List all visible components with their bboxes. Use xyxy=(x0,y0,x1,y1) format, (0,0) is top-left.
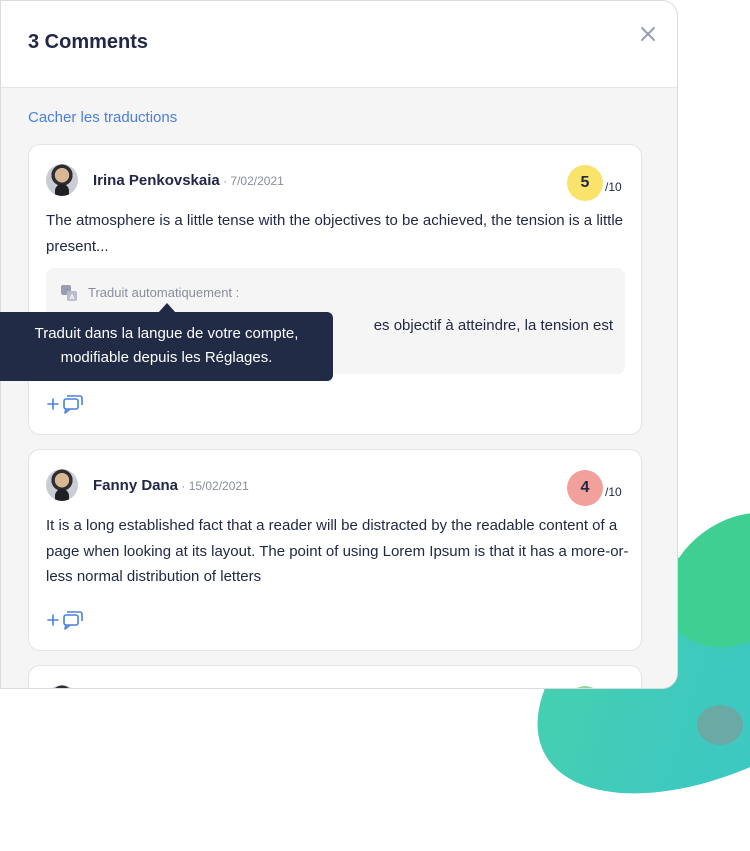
modal-header: 3 Comments xyxy=(1,1,677,88)
tooltip-line-2: modifiable depuis les Réglages. xyxy=(60,349,273,366)
comment-author: Irina Penkovskaia xyxy=(93,172,220,189)
translated-text-visible: es objectif à atteindre, la tension est xyxy=(373,317,613,334)
comment-date: · 15/02/2021 xyxy=(178,479,249,493)
tooltip-line-1: Traduit dans la langue de votre compte, xyxy=(34,325,299,342)
comment-author-line: Irina Penkovskaia · 7/02/2021 xyxy=(93,172,284,189)
score-max: /10 xyxy=(605,485,622,499)
score-badge xyxy=(567,686,603,688)
avatar xyxy=(46,164,78,196)
comment-author: Fanny Dana xyxy=(93,477,179,494)
close-icon xyxy=(641,27,655,41)
comment-text: The atmosphere is a little tense with th… xyxy=(46,212,623,255)
comment-date: · 7/02/2021 xyxy=(219,174,284,188)
comment-text: It is a long established fact that a rea… xyxy=(46,517,629,585)
score-badge: 5 xyxy=(567,165,603,201)
comment-card: Irina Penkovskaia · 7/02/2021 5 /10 The … xyxy=(28,144,642,435)
comment-card: Fanny Dana · 15/02/2021 4 /10 It is a lo… xyxy=(28,449,642,651)
close-button[interactable] xyxy=(637,23,659,45)
score-max: /10 xyxy=(605,180,622,194)
score-badge: 4 xyxy=(567,470,603,506)
decorative-background-circle xyxy=(697,705,743,745)
avatar xyxy=(46,469,78,501)
add-reply-button[interactable] xyxy=(46,609,86,631)
modal-title: 3 Comments xyxy=(28,31,149,53)
add-reply-icon xyxy=(47,395,83,414)
translate-icon[interactable]: A xyxy=(60,284,78,302)
comment-author-line: Fanny Dana · 15/02/2021 xyxy=(93,477,249,494)
add-reply-button[interactable] xyxy=(46,393,86,415)
translation-tooltip: Traduit dans la langue de votre compte, … xyxy=(0,312,333,381)
hide-translations-link[interactable]: Cacher les traductions xyxy=(28,109,177,126)
add-reply-icon xyxy=(47,611,83,630)
svg-text:A: A xyxy=(69,295,74,302)
translation-label: Traduit automatiquement : xyxy=(88,285,240,300)
avatar xyxy=(46,685,78,688)
comment-card xyxy=(28,665,642,688)
